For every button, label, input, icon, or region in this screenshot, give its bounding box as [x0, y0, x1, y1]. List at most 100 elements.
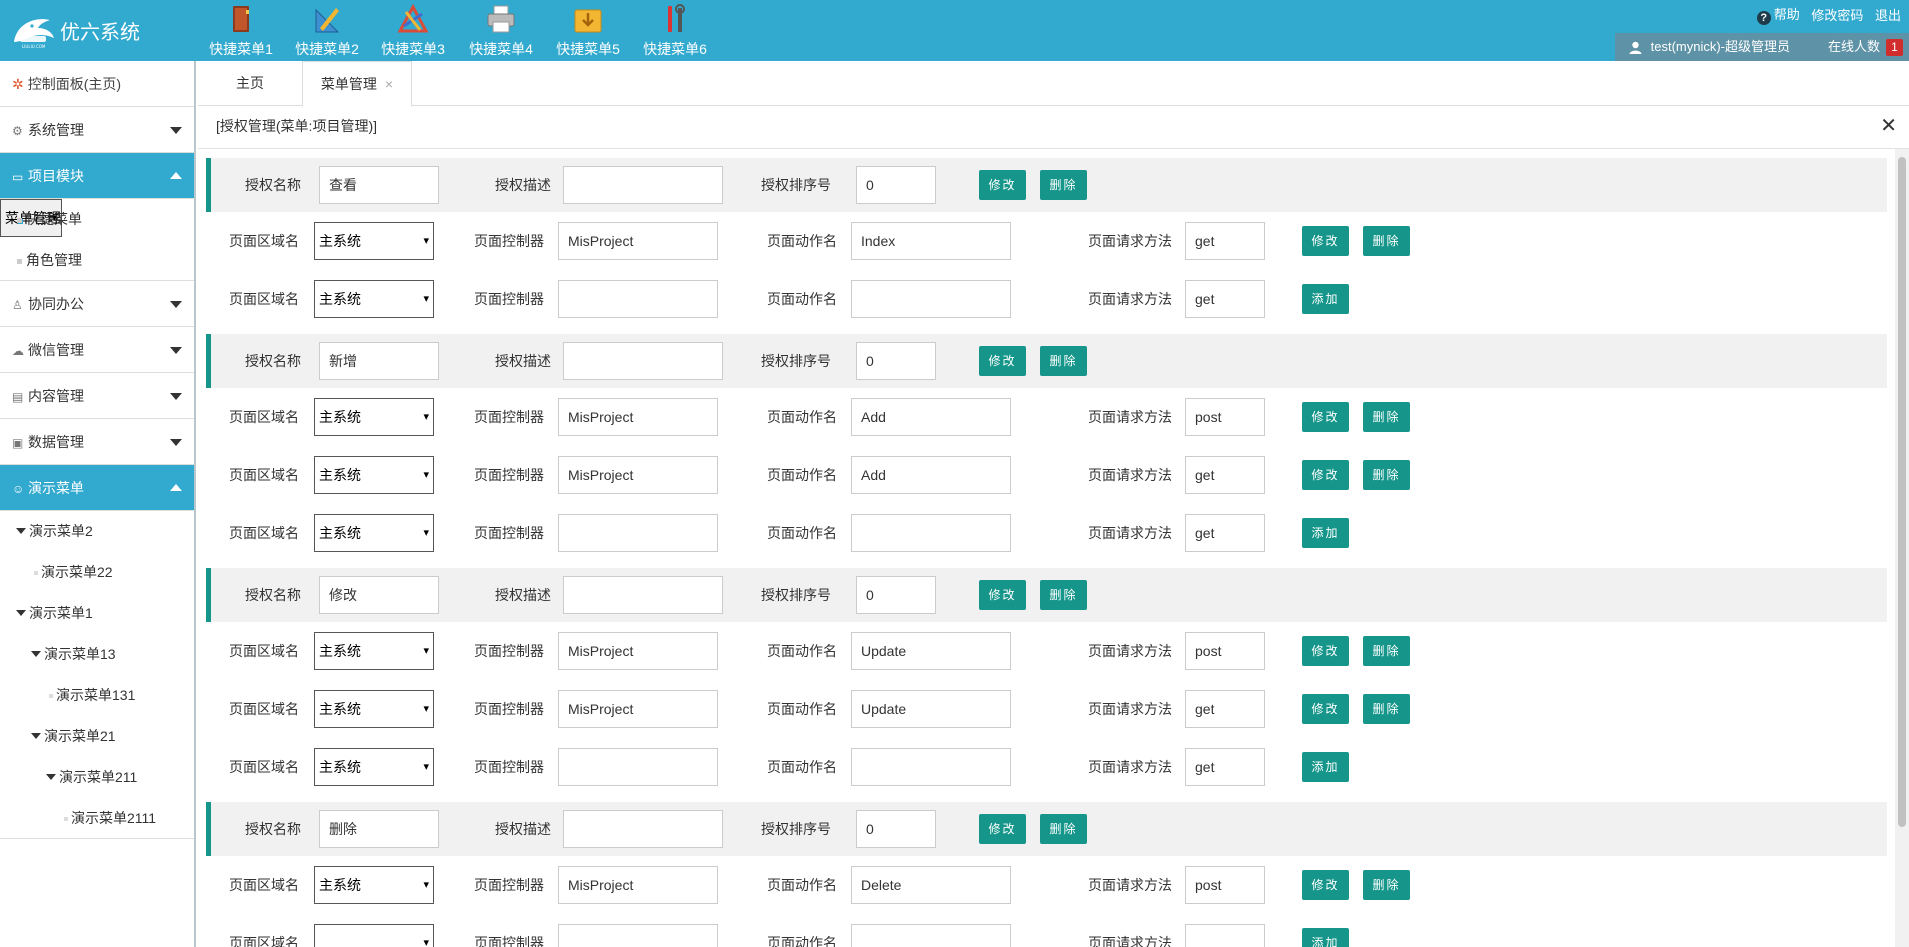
sidebar-item-demo[interactable]: ☺ 演示菜单	[0, 465, 194, 511]
sidebar-dashboard[interactable]: ✲ 控制面板(主页)	[0, 61, 194, 107]
action-input[interactable]	[851, 280, 1011, 318]
controller-input[interactable]	[558, 280, 718, 318]
close-tab-icon[interactable]: ×	[385, 76, 393, 92]
tab-menu-manage[interactable]: 菜单管理 ×	[302, 61, 412, 107]
area-select[interactable]: 主系统	[314, 456, 434, 494]
auth-order-input[interactable]: 0	[856, 342, 936, 380]
tab-home[interactable]: 主页	[198, 61, 302, 106]
area-select[interactable]: 主系统	[314, 690, 434, 728]
help-link[interactable]: ? 帮助	[1756, 4, 1800, 25]
area-select[interactable]: 主系统	[314, 632, 434, 670]
tree-node-demo2111[interactable]: 演示菜单2111	[0, 798, 194, 839]
sidebar-item-content[interactable]: ▤ 内容管理	[0, 373, 194, 419]
controller-input[interactable]	[558, 514, 718, 552]
method-input[interactable]: get	[1185, 280, 1265, 318]
auth-order-input[interactable]: 0	[856, 576, 936, 614]
action-input[interactable]: Update	[851, 632, 1011, 670]
route-edit-button[interactable]: 修改	[1302, 870, 1349, 900]
tree-node-demo13[interactable]: 演示菜单13	[0, 634, 194, 675]
auth-name-input[interactable]: 修改	[319, 576, 439, 614]
sidebar-item-system[interactable]: ⚙ 系统管理	[0, 107, 194, 153]
area-select[interactable]: 主系统	[314, 222, 434, 260]
controller-input[interactable]	[558, 924, 718, 947]
auth-name-input[interactable]: 新增	[319, 342, 439, 380]
route-add-button[interactable]: 添加	[1302, 284, 1349, 314]
tree-node-demo211[interactable]: 演示菜单211	[0, 757, 194, 798]
route-add-button[interactable]: 添加	[1302, 928, 1349, 947]
method-input[interactable]: get	[1185, 456, 1265, 494]
area-select[interactable]: 主系统	[314, 748, 434, 786]
route-delete-button[interactable]: 删除	[1363, 460, 1410, 490]
controller-input[interactable]: MisProject	[558, 456, 718, 494]
action-input[interactable]: Add	[851, 456, 1011, 494]
close-icon[interactable]: ✕	[1880, 106, 1897, 146]
group-edit-button[interactable]: 修改	[979, 346, 1026, 376]
area-select[interactable]	[314, 924, 434, 947]
change-password-link[interactable]: 修改密码	[1811, 5, 1863, 24]
controller-input[interactable]: MisProject	[558, 398, 718, 436]
action-input[interactable]: Add	[851, 398, 1011, 436]
route-edit-button[interactable]: 修改	[1302, 402, 1349, 432]
sidebar-item-data[interactable]: ▣ 数据管理	[0, 419, 194, 465]
sidebar-item-project[interactable]: ▭ 项目模块	[0, 153, 194, 199]
controller-input[interactable]: MisProject	[558, 690, 718, 728]
auth-name-input[interactable]: 查看	[319, 166, 439, 204]
method-input[interactable]: post	[1185, 866, 1265, 904]
auth-name-input[interactable]: 删除	[319, 810, 439, 848]
quick-menu-1[interactable]: 快捷菜单1	[203, 4, 279, 58]
tree-node-demo21[interactable]: 演示菜单21	[0, 716, 194, 757]
quick-menu-4[interactable]: 快捷菜单4	[463, 4, 539, 58]
method-input[interactable]: get	[1185, 690, 1265, 728]
tree-node-demo1[interactable]: 演示菜单1	[0, 593, 194, 634]
tree-node-demo131[interactable]: 演示菜单131	[0, 675, 194, 716]
sidebar-sub-role-manage[interactable]: 角色管理	[0, 240, 194, 281]
quick-menu-2[interactable]: 快捷菜单2	[289, 4, 365, 58]
action-input[interactable]	[851, 924, 1011, 947]
scrollbar[interactable]	[1895, 149, 1909, 947]
sidebar-item-office[interactable]: ♙ 协同办公	[0, 281, 194, 327]
area-select[interactable]: 主系统	[314, 398, 434, 436]
controller-input[interactable]: MisProject	[558, 866, 718, 904]
action-input[interactable]	[851, 514, 1011, 552]
action-input[interactable]: Update	[851, 690, 1011, 728]
auth-desc-input[interactable]	[563, 166, 723, 204]
method-input[interactable]: get	[1185, 222, 1265, 260]
route-edit-button[interactable]: 修改	[1302, 460, 1349, 490]
method-input[interactable]: get	[1185, 748, 1265, 786]
route-delete-button[interactable]: 删除	[1363, 694, 1410, 724]
tree-node-demo2[interactable]: 演示菜单2	[0, 511, 194, 552]
area-select[interactable]: 主系统	[314, 866, 434, 904]
controller-input[interactable]: MisProject	[558, 222, 718, 260]
auth-order-input[interactable]: 0	[856, 810, 936, 848]
route-delete-button[interactable]: 删除	[1363, 870, 1410, 900]
method-input[interactable]: post	[1185, 632, 1265, 670]
action-input[interactable]: Delete	[851, 866, 1011, 904]
controller-input[interactable]	[558, 748, 718, 786]
quick-menu-3[interactable]: 快捷菜单3	[375, 4, 451, 58]
group-delete-button[interactable]: 删除	[1040, 580, 1087, 610]
group-edit-button[interactable]: 修改	[979, 814, 1026, 844]
action-input[interactable]: Index	[851, 222, 1011, 260]
group-delete-button[interactable]: 删除	[1040, 346, 1087, 376]
route-add-button[interactable]: 添加	[1302, 752, 1349, 782]
sidebar-sub-quick-menu[interactable]: 快捷菜单	[0, 199, 194, 240]
tree-node-demo22[interactable]: 演示菜单22	[0, 552, 194, 593]
area-select[interactable]: 主系统	[314, 514, 434, 552]
controller-input[interactable]: MisProject	[558, 632, 718, 670]
auth-order-input[interactable]: 0	[856, 166, 936, 204]
route-add-button[interactable]: 添加	[1302, 518, 1349, 548]
method-input[interactable]: post	[1185, 398, 1265, 436]
auth-desc-input[interactable]	[563, 342, 723, 380]
group-delete-button[interactable]: 删除	[1040, 814, 1087, 844]
route-edit-button[interactable]: 修改	[1302, 694, 1349, 724]
group-edit-button[interactable]: 修改	[979, 170, 1026, 200]
route-delete-button[interactable]: 删除	[1363, 402, 1410, 432]
quick-menu-6[interactable]: 快捷菜单6	[637, 4, 713, 58]
quick-menu-5[interactable]: 快捷菜单5	[550, 4, 626, 58]
group-delete-button[interactable]: 删除	[1040, 170, 1087, 200]
logout-link[interactable]: 退出	[1875, 5, 1901, 24]
route-delete-button[interactable]: 删除	[1363, 636, 1410, 666]
route-edit-button[interactable]: 修改	[1302, 226, 1349, 256]
logo[interactable]: LIULIU.COM 优六系统	[10, 10, 185, 52]
route-delete-button[interactable]: 删除	[1363, 226, 1410, 256]
